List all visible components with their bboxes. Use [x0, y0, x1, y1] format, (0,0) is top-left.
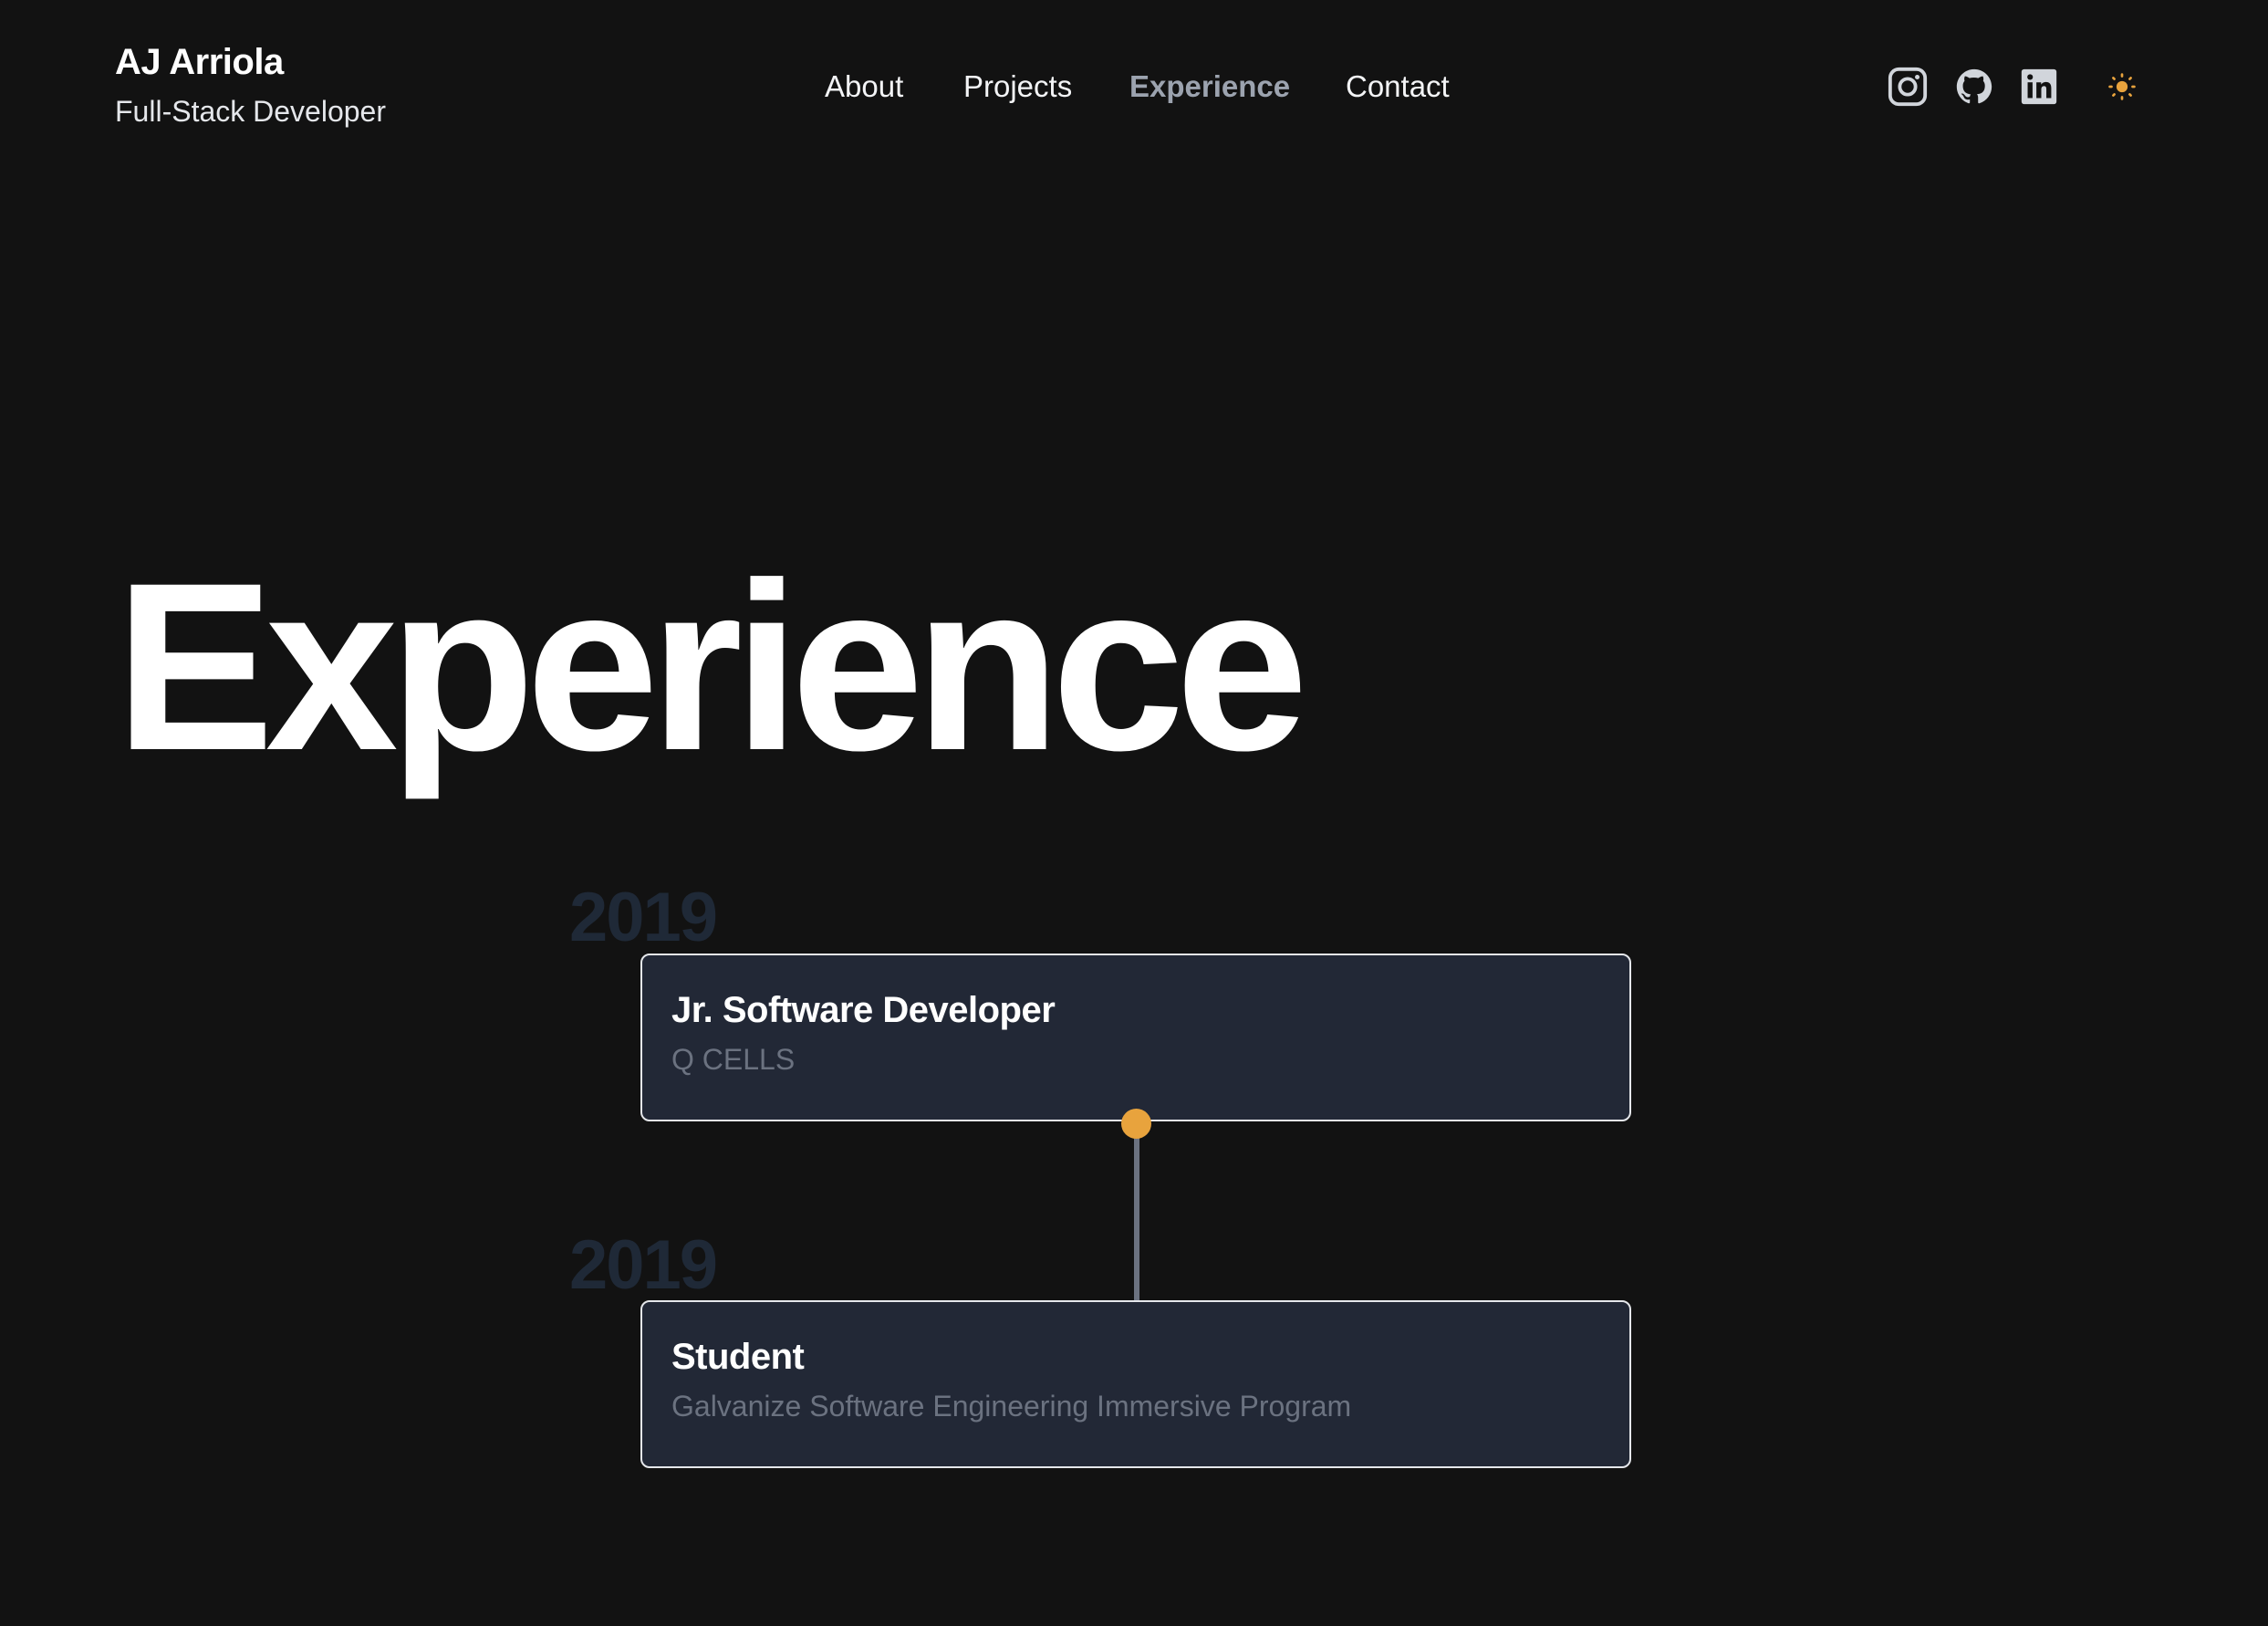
organization: Galvanize Software Engineering Immersive… — [671, 1390, 1352, 1423]
job-title: Jr. Software Developer — [671, 990, 1056, 1030]
site-tagline: Full-Stack Developer — [115, 95, 386, 128]
github-icon[interactable] — [1953, 66, 1995, 108]
linkedin-icon[interactable] — [2018, 66, 2060, 108]
site-name[interactable]: AJ Arriola — [115, 42, 284, 83]
timeline-connector — [1134, 1123, 1139, 1300]
experience-card: Student Galvanize Software Engineering I… — [640, 1300, 1631, 1468]
organization: Q CELLS — [671, 1043, 796, 1076]
sun-icon[interactable] — [2101, 66, 2143, 108]
page-title: Experience — [115, 533, 1308, 800]
nav-experience[interactable]: Experience — [1129, 69, 1290, 104]
nav-about[interactable]: About — [825, 69, 903, 104]
experience-card: Jr. Software Developer Q CELLS — [640, 954, 1631, 1121]
nav-projects[interactable]: Projects — [963, 69, 1072, 104]
timeline-dot — [1121, 1109, 1151, 1139]
timeline-year: 2019 — [569, 1226, 718, 1304]
timeline-year: 2019 — [569, 879, 718, 956]
nav-contact[interactable]: Contact — [1346, 69, 1450, 104]
job-title: Student — [671, 1337, 805, 1377]
instagram-icon[interactable] — [1887, 66, 1929, 108]
